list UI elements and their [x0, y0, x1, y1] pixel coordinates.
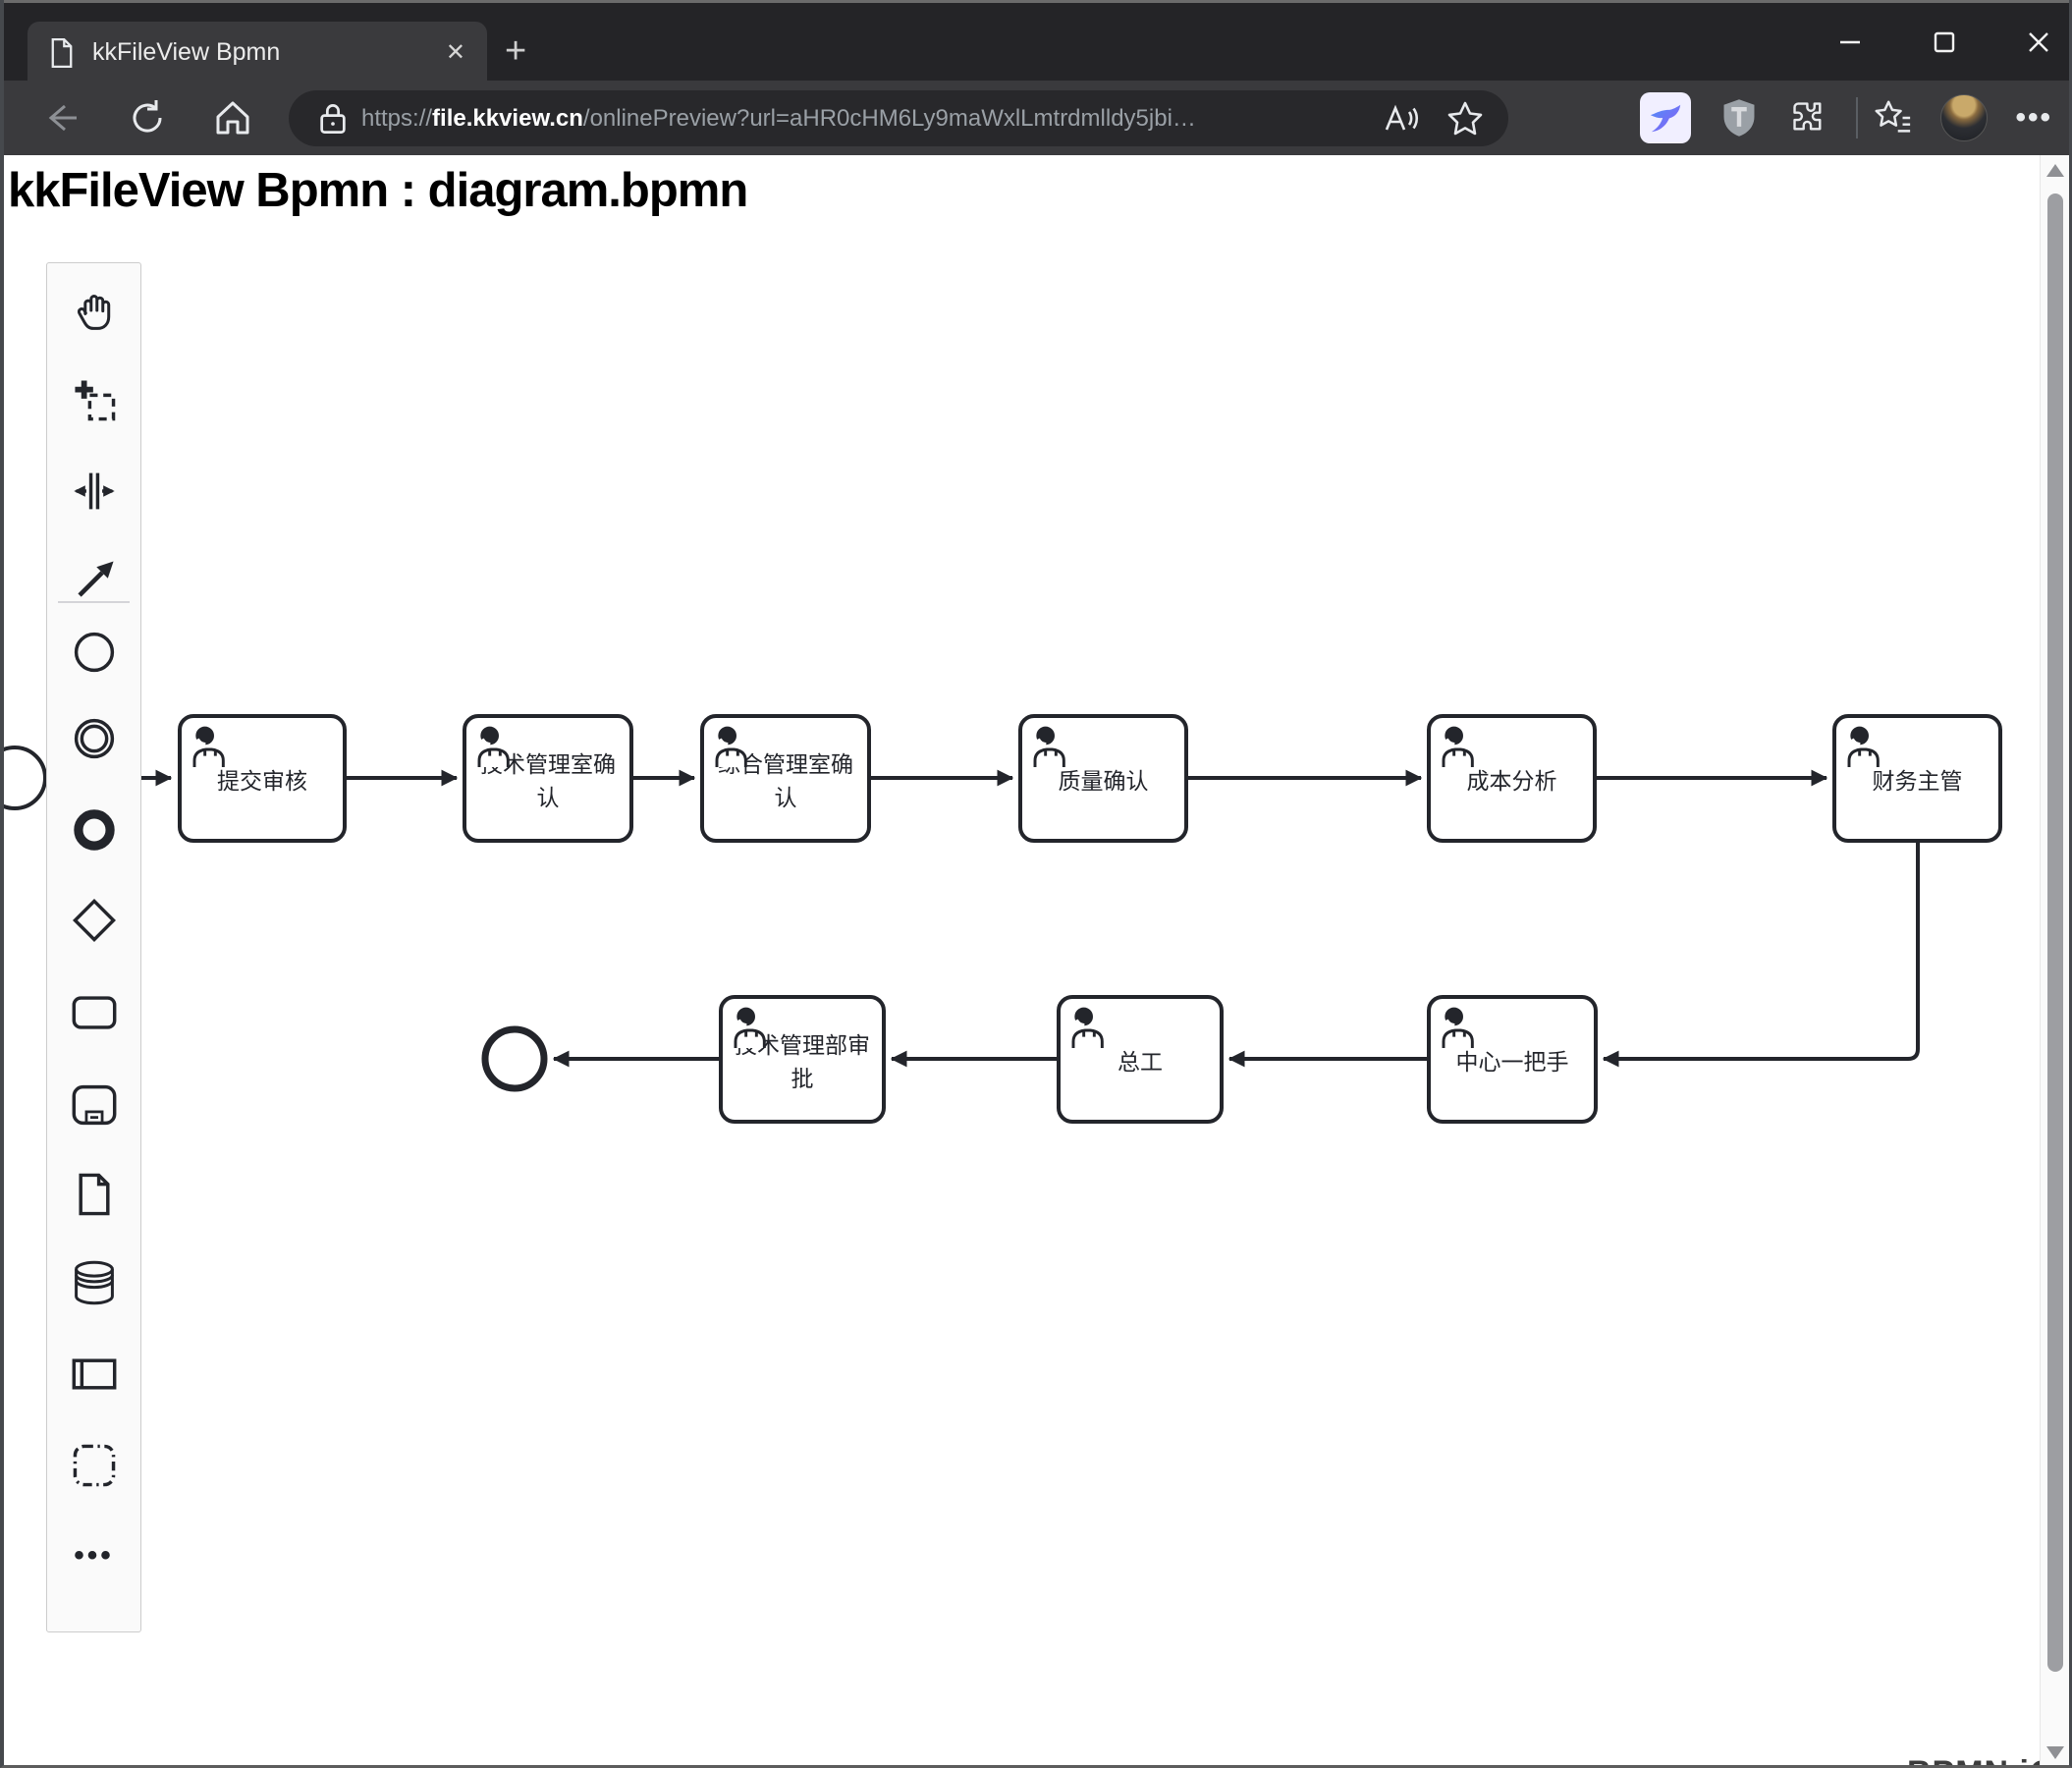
thunder-extension-icon[interactable]	[1640, 92, 1692, 143]
browser-toolbar: https://file.kkview.cn/onlinePreview?url…	[4, 81, 2069, 155]
task-tech-office-confirm[interactable]: 技术管理室确认	[463, 714, 633, 843]
task-tech-dept-approval[interactable]: 技术管理部审批	[719, 995, 886, 1124]
start-event[interactable]	[4, 746, 47, 810]
tab-title: kkFileView Bpmn	[92, 38, 281, 66]
window-close-icon[interactable]	[2011, 17, 2066, 68]
vertical-scrollbar[interactable]	[2040, 155, 2069, 1765]
avatar[interactable]	[1940, 94, 1989, 141]
end-event[interactable]	[481, 1025, 548, 1092]
create-end-event-icon[interactable]	[69, 804, 120, 856]
refresh-icon[interactable]	[126, 96, 169, 139]
palette-more-icon[interactable]: •••	[69, 1530, 120, 1581]
hand-tool-icon[interactable]	[69, 285, 120, 336]
tab-close-icon[interactable]: ✕	[446, 40, 465, 65]
user-task-icon	[477, 726, 510, 767]
bpmn-io-watermark[interactable]: BPMN.iO	[1907, 1754, 2056, 1765]
scroll-down-icon[interactable]	[2046, 1746, 2064, 1759]
task-label: 总工	[1118, 1048, 1163, 1075]
lasso-tool-icon[interactable]	[69, 374, 120, 425]
user-task-icon	[715, 726, 747, 767]
task-chief-engineer[interactable]: 总工	[1057, 995, 1224, 1124]
space-tool-icon[interactable]	[69, 466, 120, 517]
home-icon[interactable]	[211, 96, 254, 139]
toolbar-divider	[1856, 97, 1859, 138]
url-scheme: https://	[361, 104, 433, 132]
create-intermediate-event-icon[interactable]	[69, 713, 120, 764]
create-group-icon[interactable]	[69, 1440, 120, 1491]
flow-task6-task7	[1602, 843, 1920, 1068]
palette-separator	[58, 601, 130, 603]
create-data-object-icon[interactable]	[69, 1169, 120, 1220]
more-dots-icon[interactable]: •••	[2015, 101, 2052, 135]
window-maximize-icon[interactable]	[1917, 17, 1972, 68]
bpmn-palette: •••	[46, 262, 141, 1632]
create-start-event-icon[interactable]	[69, 627, 120, 678]
user-task-icon	[1033, 726, 1065, 767]
url-host: file.kkview.cn	[432, 104, 583, 132]
user-task-icon	[1847, 726, 1880, 767]
window-minimize-icon[interactable]	[1823, 17, 1878, 68]
user-task-icon	[734, 1007, 766, 1048]
create-subprocess-icon[interactable]	[69, 1079, 120, 1131]
user-task-icon	[1442, 1007, 1474, 1048]
browser-titlebar: kkFileView Bpmn ✕ +	[4, 0, 2069, 83]
task-submit-review[interactable]: 提交审核	[178, 714, 347, 843]
back-icon[interactable]	[39, 96, 82, 139]
collections-icon[interactable]	[1872, 97, 1913, 138]
page-content: kkFileView Bpmn : diagram.bpmn 提交审核 技术管理…	[4, 155, 2069, 1765]
scrollbar-thumb[interactable]	[2047, 193, 2063, 1672]
browser-tab[interactable]: kkFileView Bpmn ✕	[27, 22, 487, 83]
favorite-star-icon[interactable]	[1445, 99, 1485, 138]
user-task-icon	[192, 726, 225, 767]
user-task-icon	[1442, 726, 1474, 767]
scroll-up-icon[interactable]	[2046, 164, 2064, 177]
page-favicon-icon	[51, 37, 73, 68]
bpmn-canvas[interactable]	[4, 155, 2069, 1765]
tampermonkey-shield-icon[interactable]	[1720, 97, 1758, 138]
new-tab-icon[interactable]: +	[505, 32, 526, 70]
lock-icon	[320, 103, 346, 134]
create-participant-icon[interactable]	[69, 1349, 120, 1400]
task-quality-confirm[interactable]: 质量确认	[1018, 714, 1188, 843]
task-finance-director[interactable]: 财务主管	[1832, 714, 2002, 843]
address-bar[interactable]: https://file.kkview.cn/onlinePreview?url…	[289, 90, 1508, 146]
task-center-head[interactable]: 中心一把手	[1427, 995, 1598, 1124]
global-connect-tool-icon[interactable]	[69, 555, 120, 606]
url-path: /onlinePreview?url=aHR0cHM6Ly9maWxlLmtrd…	[582, 104, 1196, 132]
create-task-icon[interactable]	[69, 987, 120, 1038]
create-gateway-icon[interactable]	[69, 895, 120, 946]
url-text[interactable]: https://file.kkview.cn/onlinePreview?url…	[361, 105, 1381, 133]
task-cost-analysis[interactable]: 成本分析	[1427, 714, 1597, 843]
browser-window: kkFileView Bpmn : diagram.bpmn 提交审核 技术管理…	[0, 0, 2072, 1768]
user-task-icon	[1071, 1007, 1104, 1048]
read-aloud-icon[interactable]	[1381, 99, 1420, 138]
create-data-store-icon[interactable]	[69, 1257, 120, 1308]
task-general-office-confirm[interactable]: 综合管理室确认	[700, 714, 871, 843]
extensions-puzzle-icon[interactable]	[1787, 98, 1827, 138]
